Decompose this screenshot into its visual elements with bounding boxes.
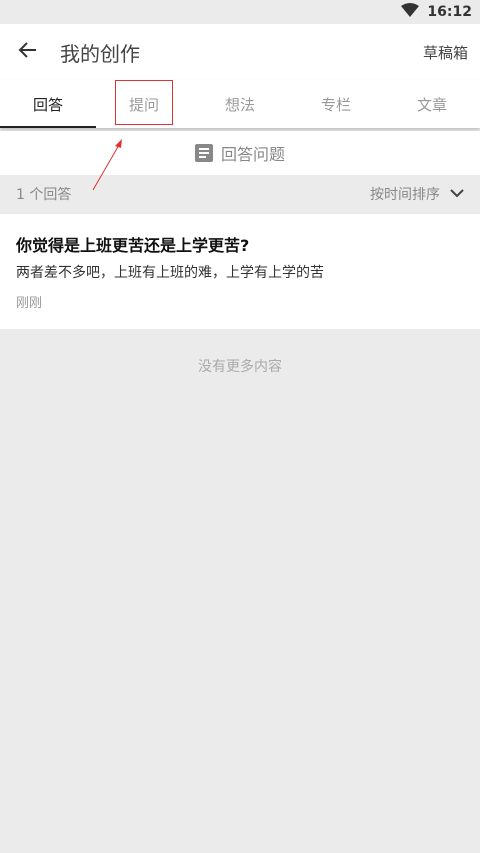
wifi-icon — [401, 3, 420, 21]
tab-bar: 回答 提问 想法 专栏 文章 — [0, 80, 480, 128]
answer-count: 1 个回答 — [16, 187, 72, 203]
answer-excerpt: 两者差不多吧，上班有上班的难，上学有上学的苦 — [16, 265, 324, 281]
tab-answers[interactable]: 回答 — [0, 80, 96, 128]
list-header: 1 个回答 按时间排序 — [0, 175, 480, 213]
page-title: 我的创作 — [60, 41, 140, 66]
tab-thoughts[interactable]: 想法 — [192, 80, 288, 128]
document-icon — [194, 144, 213, 162]
question-title: 你觉得是上班更苦还是上学更苦? — [16, 236, 250, 255]
status-bar: 16:12 — [0, 0, 480, 24]
status-time: 16:12 — [427, 4, 472, 20]
app-header: 我的创作 草稿箱 — [0, 24, 480, 80]
list-item[interactable]: 你觉得是上班更苦还是上学更苦? 两者差不多吧，上班有上班的难，上学有上学的苦 刚… — [0, 214, 480, 329]
answer-question-label: 回答问题 — [220, 145, 285, 164]
chevron-down-icon — [440, 186, 464, 202]
drafts-button[interactable]: 草稿箱 — [423, 42, 468, 63]
tab-questions[interactable]: 提问 — [96, 80, 192, 128]
no-more-content: 没有更多内容 — [198, 359, 282, 375]
sort-label: 按时间排序 — [370, 187, 440, 203]
tab-articles[interactable]: 文章 — [384, 80, 480, 128]
tab-columns[interactable]: 专栏 — [288, 80, 384, 128]
back-button[interactable] — [0, 24, 56, 80]
sort-dropdown[interactable]: 按时间排序 — [370, 184, 464, 204]
answer-question-button[interactable]: 回答问题 — [0, 131, 480, 175]
back-arrow-icon — [18, 40, 38, 64]
answer-time: 刚刚 — [16, 296, 43, 311]
